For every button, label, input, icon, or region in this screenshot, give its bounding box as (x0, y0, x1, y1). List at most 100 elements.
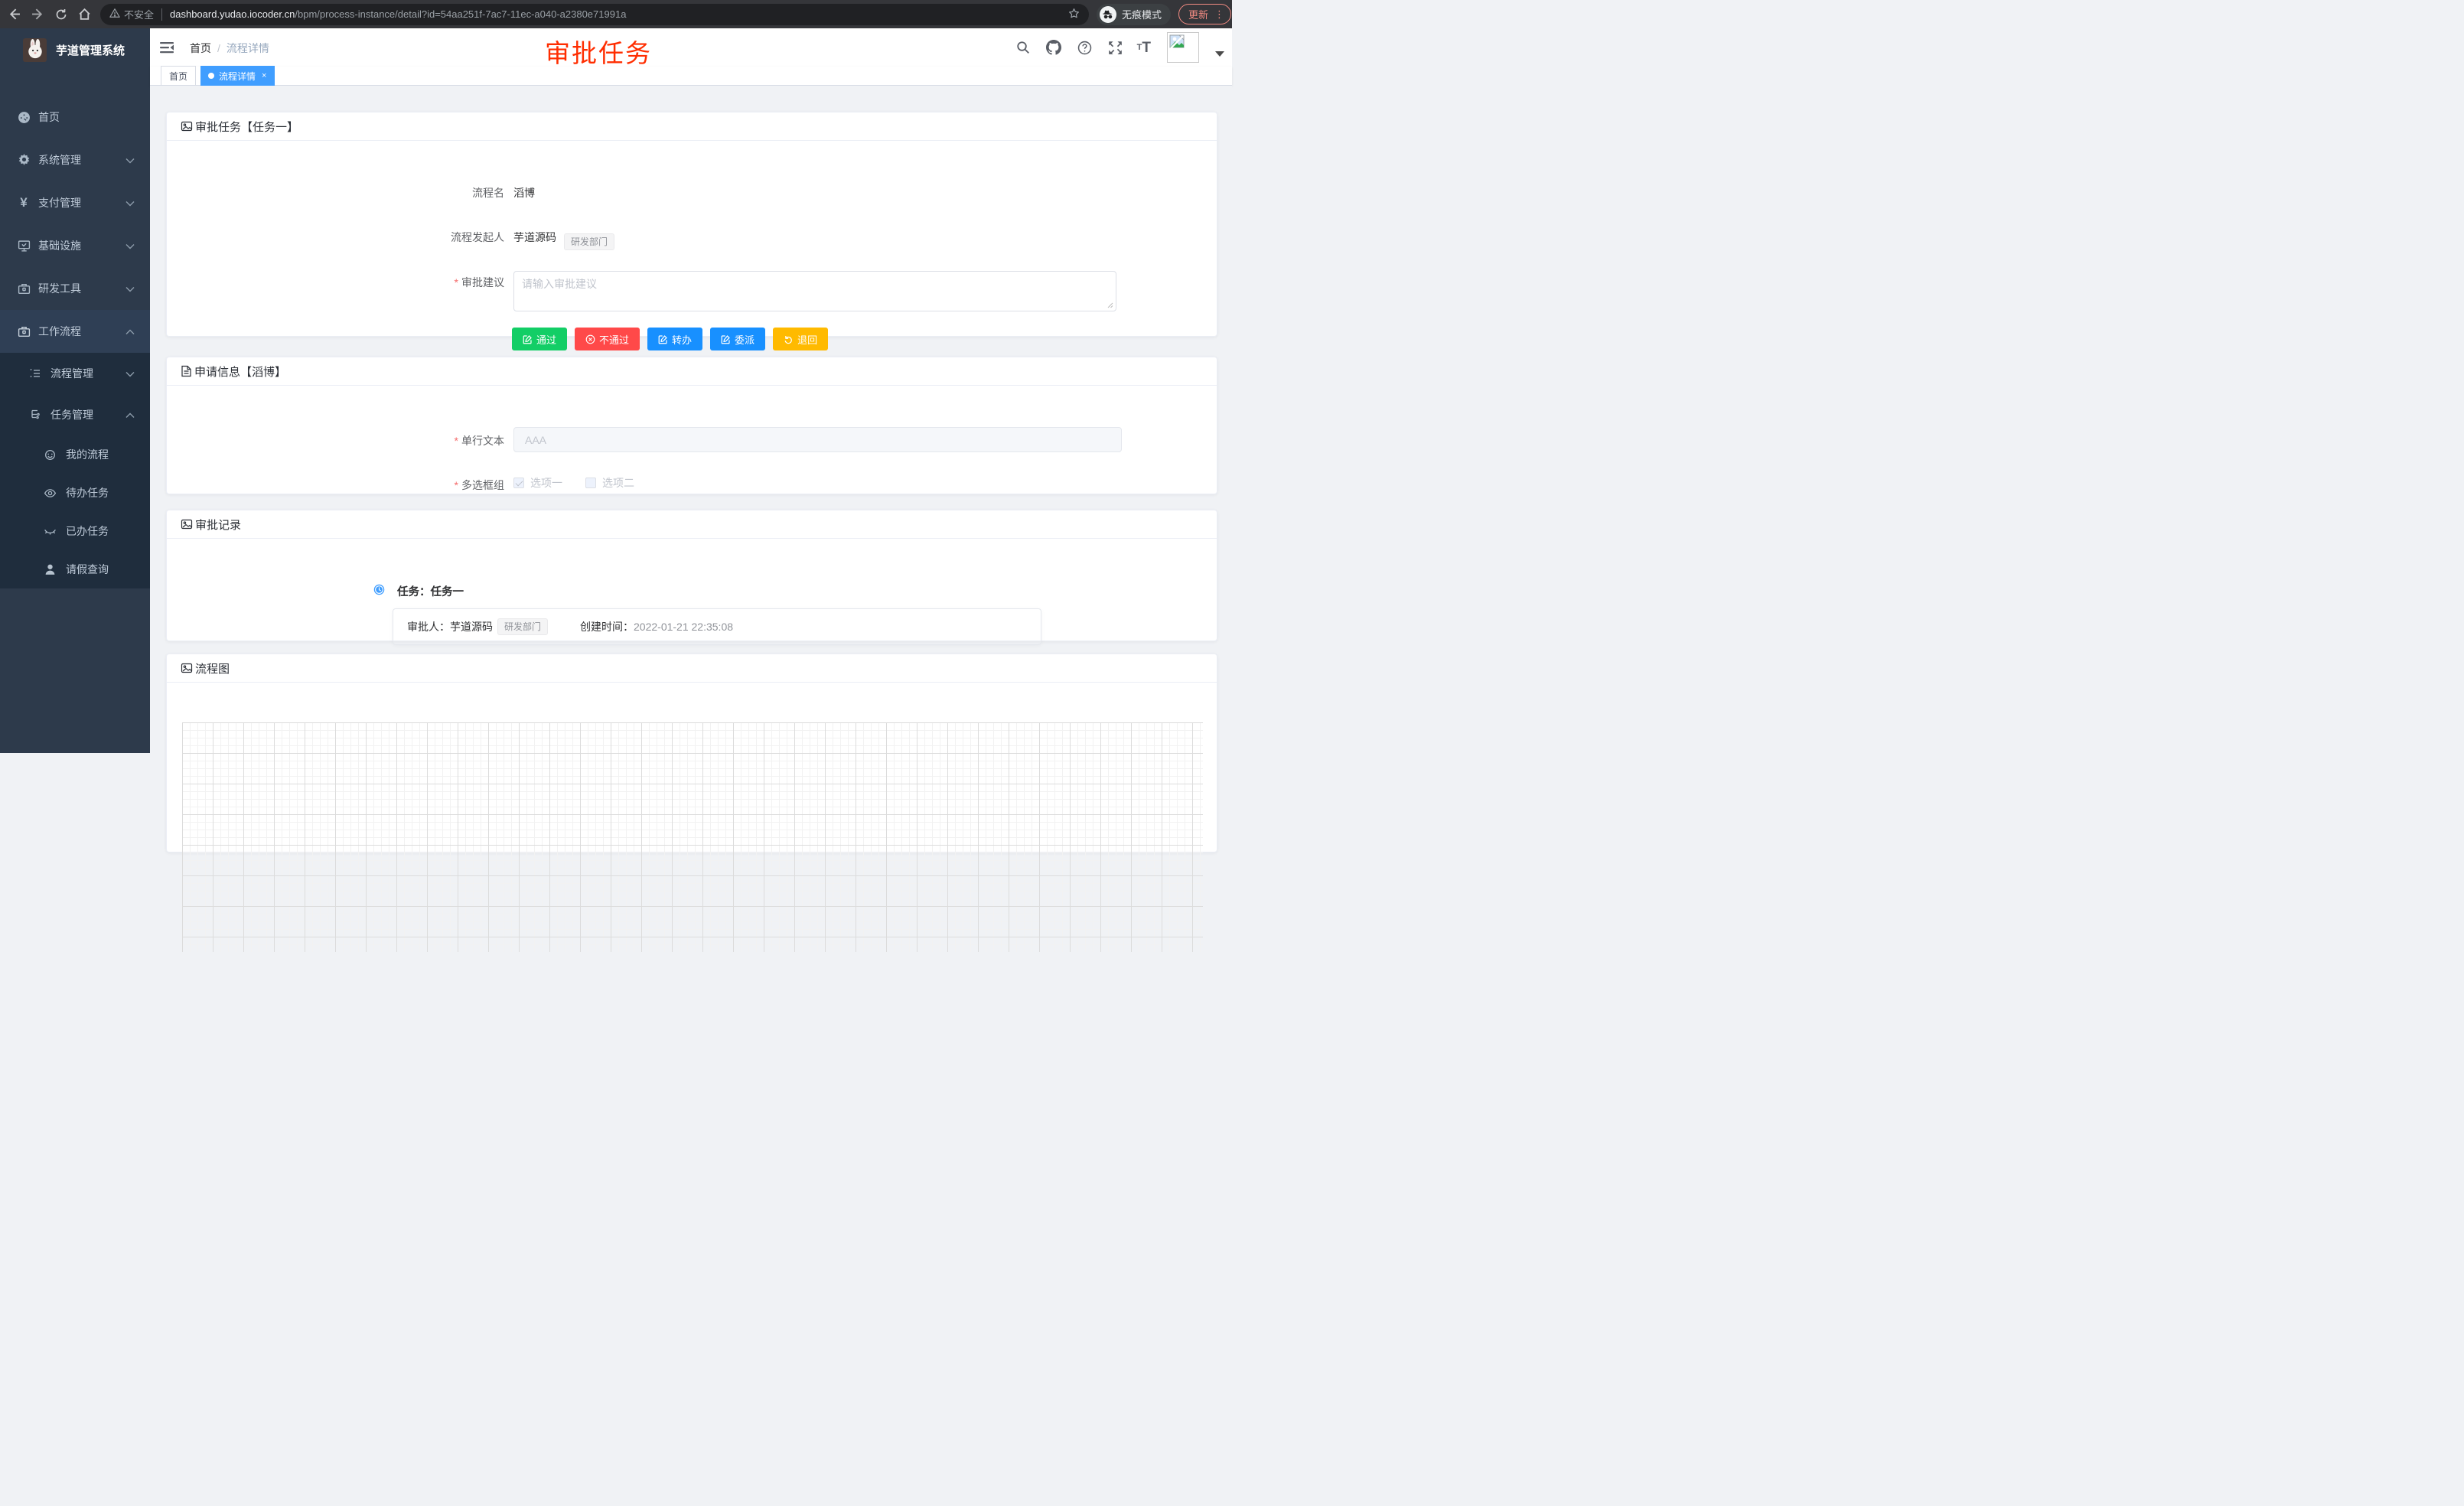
record-card-header: 审批记录 (167, 510, 1217, 539)
sidebar-item-process-mgmt[interactable]: 流程管理 (0, 353, 150, 394)
font-size-icon[interactable]: TT (1139, 41, 1151, 55)
application-card-title: 申请信息【滔博】 (194, 363, 286, 380)
sidebar-collapse-icon[interactable] (159, 40, 174, 59)
record-detail-box: 审批人： 芋道源码 研发部门 创建时间： 2022-01-21 22:35:08 (393, 608, 1041, 645)
transfer-button[interactable]: 转办 (647, 328, 702, 350)
edit-icon (721, 334, 731, 344)
diagram-card-title: 流程图 (195, 660, 230, 676)
toolbox-icon (17, 324, 31, 338)
breadcrumb-home[interactable]: 首页 (190, 42, 211, 54)
sidebar-item-payment[interactable]: ¥ 支付管理 (0, 181, 150, 224)
sidebar-item-dev-tools[interactable]: 研发工具 (0, 267, 150, 310)
toolbox-icon (17, 282, 31, 295)
chevron-down-icon (125, 154, 135, 166)
record-card-title: 审批记录 (195, 517, 241, 533)
sidebar-item-leave-query[interactable]: 请假查询 (0, 550, 150, 588)
browser-home-icon[interactable] (78, 8, 91, 21)
initiator-value: 芋道源码研发部门 (513, 230, 614, 250)
tab-home[interactable]: 首页 (161, 66, 196, 86)
sidebar-item-label: 任务管理 (51, 407, 93, 422)
reject-button[interactable]: 不通过 (575, 328, 640, 350)
app-logo-row[interactable]: 芋道管理系统 (0, 28, 150, 71)
checkbox-option1-label: 选项一 (530, 475, 562, 491)
url-separator (161, 8, 162, 21)
url-bar[interactable]: 不安全 dashboard.yudao.iocoder.cn/bpm/proce… (100, 4, 1089, 25)
sidebar-item-label: 研发工具 (38, 281, 81, 296)
checkbox-group: 选项一 选项二 (513, 475, 651, 491)
picture-icon (181, 120, 193, 132)
workflow-submenu: 流程管理 任务管理 我的流程 待办任务 已办任务 请假 (0, 353, 150, 588)
sidebar: 芋道管理系统 首页 系统管理 ¥ 支付管理 基础设施 研发工具 工作 (0, 28, 150, 753)
breadcrumb-separator: / (217, 42, 220, 54)
avatar[interactable] (1167, 32, 1199, 63)
chevron-down-icon (125, 282, 135, 295)
page-content: 审批任务【任务一】 流程名 滔博 流程发起人 芋道源码研发部门 审批建议 通过 (150, 86, 1232, 753)
browser-reload-icon[interactable] (55, 8, 67, 21)
fullscreen-icon[interactable] (1108, 41, 1123, 55)
avatar-caret-icon[interactable] (1215, 51, 1224, 57)
sidebar-item-task-mgmt[interactable]: 任务管理 (0, 394, 150, 435)
close-tab-icon[interactable]: × (262, 72, 266, 80)
bpmn-diagram-canvas[interactable] (182, 722, 1203, 952)
create-time-value: 2022-01-21 22:35:08 (634, 621, 733, 633)
browser-back-icon[interactable] (8, 8, 21, 21)
search-icon[interactable] (1016, 41, 1030, 54)
application-card-header: 申请信息【滔博】 (167, 357, 1217, 386)
application-info-card: 申请信息【滔博】 单行文本 多选框组 选项一 选项二 (166, 357, 1217, 494)
document-icon (181, 365, 192, 377)
browser-update-button[interactable]: 更新 ⋮ (1178, 4, 1231, 24)
sidebar-item-label: 系统管理 (38, 152, 81, 168)
browser-forward-icon[interactable] (31, 8, 44, 21)
delegate-button[interactable]: 委派 (710, 328, 765, 350)
timeline-clock-icon (373, 584, 385, 595)
sidebar-item-workflow[interactable]: 工作流程 (0, 310, 150, 353)
return-button[interactable]: 退回 (773, 328, 828, 350)
sidebar-item-label: 待办任务 (66, 485, 109, 500)
checkbox-group-label: 多选框组 (167, 478, 504, 493)
browser-toolbar: 不安全 dashboard.yudao.iocoder.cn/bpm/proce… (0, 0, 1232, 28)
comment-textarea[interactable] (513, 271, 1116, 311)
chevron-up-icon (125, 409, 135, 421)
checkbox-option2 (585, 478, 596, 488)
sidebar-item-todo-tasks[interactable]: 待办任务 (0, 474, 150, 512)
sidebar-item-label: 请假查询 (66, 562, 109, 577)
approve-button[interactable]: 通过 (512, 328, 567, 350)
page-annotation: 审批任务 (545, 33, 652, 70)
sidebar-item-home[interactable]: 首页 (0, 96, 150, 139)
sidebar-item-system[interactable]: 系统管理 (0, 139, 150, 181)
process-name-value: 滔博 (513, 185, 535, 200)
sidebar-item-infrastructure[interactable]: 基础设施 (0, 224, 150, 267)
approval-task-card: 审批任务【任务一】 流程名 滔博 流程发起人 芋道源码研发部门 审批建议 通过 (166, 112, 1217, 337)
sidebar-item-done-tasks[interactable]: 已办任务 (0, 512, 150, 550)
github-icon[interactable] (1046, 40, 1061, 55)
top-navbar: 首页/流程详情 TT (150, 28, 1232, 67)
tree-icon (28, 408, 42, 422)
text-field-label: 单行文本 (167, 433, 504, 448)
face-icon (43, 448, 57, 461)
incognito-label: 无痕模式 (1122, 7, 1162, 21)
yen-icon: ¥ (17, 196, 31, 210)
eye-open-icon (43, 486, 57, 500)
list-icon (28, 367, 42, 380)
approval-card-header: 审批任务【任务一】 (167, 112, 1217, 141)
edit-icon (658, 334, 668, 344)
sidebar-item-label: 已办任务 (66, 523, 109, 539)
chevron-down-icon (125, 240, 135, 252)
approval-record-card: 审批记录 任务：任务一 审批人： 芋道源码 研发部门 创建时间： 2022-01… (166, 510, 1217, 641)
not-secure-label: 不安全 (124, 7, 154, 21)
not-secure-icon (109, 8, 120, 21)
dept-tag: 研发部门 (564, 233, 614, 250)
help-icon[interactable] (1077, 41, 1092, 55)
initiator-label: 流程发起人 (167, 230, 504, 245)
browser-menu-icon[interactable]: ⋮ (1214, 11, 1224, 18)
sidebar-item-my-process[interactable]: 我的流程 (0, 435, 150, 474)
tab-process-detail[interactable]: 流程详情 × (200, 66, 275, 86)
app-title: 芋道管理系统 (56, 42, 125, 58)
bookmark-star-icon[interactable] (1068, 8, 1080, 21)
process-diagram-card: 流程图 (166, 654, 1217, 852)
incognito-badge: 无痕模式 (1097, 4, 1171, 25)
active-tab-dot (208, 73, 214, 79)
breadcrumb: 首页/流程详情 (190, 41, 269, 56)
approver-value: 芋道源码 (450, 619, 493, 634)
circle-close-icon (585, 334, 595, 344)
